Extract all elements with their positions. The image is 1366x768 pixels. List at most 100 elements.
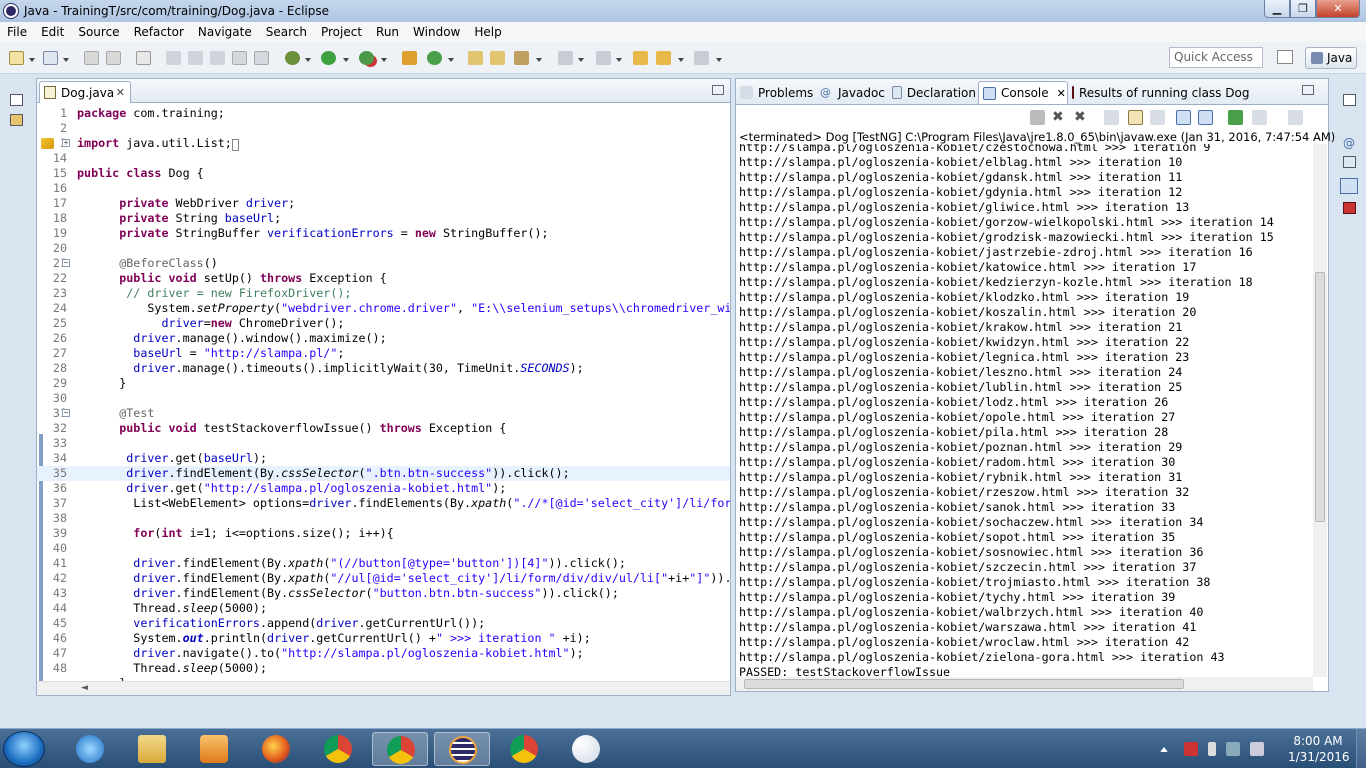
taskbar-chrome-1[interactable] bbox=[310, 732, 366, 766]
code-line[interactable]: 40 bbox=[37, 541, 730, 556]
code-line[interactable]: 37 List<WebElement> options=driver.findE… bbox=[37, 496, 730, 511]
code-area[interactable]: 1 package com.training; 23import java.util… bbox=[37, 104, 730, 681]
console-vertical-scrollbar[interactable] bbox=[1313, 144, 1327, 677]
minimize-button[interactable]: ▁ bbox=[1264, 0, 1290, 18]
taskbar-eclipse[interactable] bbox=[434, 732, 490, 766]
search-tool-icon[interactable] bbox=[514, 51, 529, 65]
mark-tool-icon[interactable] bbox=[210, 51, 225, 65]
pin-console-icon[interactable] bbox=[1228, 110, 1243, 125]
tab-console[interactable]: Console ✕ bbox=[978, 81, 1068, 104]
remove-launch-icon[interactable]: ✖ bbox=[1052, 110, 1067, 125]
quick-access-input[interactable]: Quick Access bbox=[1169, 47, 1263, 68]
tab-javadoc[interactable]: @ Javadoc bbox=[820, 81, 890, 104]
word-wrap-icon[interactable] bbox=[1150, 110, 1165, 125]
show-on-error-icon[interactable] bbox=[1198, 110, 1213, 125]
open-console-icon[interactable] bbox=[1288, 110, 1303, 125]
console-trim-icon[interactable] bbox=[1340, 178, 1358, 194]
display-console-icon[interactable] bbox=[1252, 110, 1267, 125]
debug-icon[interactable] bbox=[285, 51, 300, 65]
menu-window[interactable]: Window bbox=[406, 25, 467, 39]
code-line[interactable]: 42 driver.findElement(By.xpath("//ul[@id… bbox=[37, 571, 730, 586]
code-line[interactable]: 36 driver.get("http://slampa.pl/ogloszen… bbox=[37, 481, 730, 496]
taskbar-chrome-2[interactable] bbox=[372, 732, 428, 766]
editor-horizontal-scrollbar[interactable]: ◄ bbox=[37, 681, 730, 695]
taskbar-paint[interactable] bbox=[558, 732, 614, 766]
remove-all-icon[interactable]: ✖ bbox=[1074, 110, 1089, 125]
volume-icon[interactable] bbox=[1250, 742, 1264, 756]
menu-project[interactable]: Project bbox=[314, 25, 369, 39]
tab-dog-java[interactable]: Dog.java ✕ bbox=[39, 81, 131, 103]
tab-problems[interactable]: Problems bbox=[740, 81, 816, 104]
open-perspective-icon[interactable] bbox=[1277, 50, 1293, 64]
action-center-icon[interactable] bbox=[1184, 742, 1198, 756]
network-icon[interactable] bbox=[1226, 742, 1240, 756]
block-tool-icon[interactable] bbox=[232, 51, 247, 65]
forward-icon[interactable] bbox=[694, 51, 709, 65]
code-line[interactable]: 43 driver.findElement(By.cssSelector("bu… bbox=[37, 586, 730, 601]
run-external-icon[interactable] bbox=[359, 51, 374, 65]
menu-file[interactable]: File bbox=[0, 25, 34, 39]
back-icon[interactable] bbox=[656, 51, 671, 65]
new-wizard-icon[interactable] bbox=[43, 51, 58, 65]
fold-toggle-icon[interactable]: + bbox=[62, 139, 70, 147]
taskbar-clock[interactable]: 8:00 AM 1/31/2016 bbox=[1288, 733, 1350, 765]
maximize-button[interactable]: ❐ bbox=[1290, 0, 1316, 18]
package-explorer-icon[interactable] bbox=[10, 114, 23, 126]
taskbar-chrome-3[interactable] bbox=[496, 732, 552, 766]
code-line[interactable]: 18 private String baseUrl; bbox=[37, 211, 730, 226]
code-line[interactable]: 1 package com.training; bbox=[37, 106, 730, 121]
code-line[interactable]: 44 Thread.sleep(5000); bbox=[37, 601, 730, 616]
code-line[interactable]: 34 driver.get(baseUrl); bbox=[37, 451, 730, 466]
menu-source[interactable]: Source bbox=[71, 25, 126, 39]
console-horizontal-scrollbar[interactable] bbox=[736, 677, 1313, 691]
testng-trim-icon[interactable] bbox=[1343, 202, 1356, 214]
close-tab-icon[interactable]: ✕ bbox=[116, 86, 125, 99]
code-line[interactable]: 20 bbox=[37, 241, 730, 256]
taskbar-media[interactable] bbox=[186, 732, 242, 766]
code-line[interactable]: 14 bbox=[37, 151, 730, 166]
close-button[interactable]: ✕ bbox=[1316, 0, 1360, 18]
console-output[interactable]: http://slampa.pl/ogloszenia-kobiet/czest… bbox=[736, 144, 1312, 677]
save-icon[interactable] bbox=[84, 51, 99, 65]
new-icon[interactable] bbox=[9, 51, 24, 65]
scroll-thumb-horizontal[interactable] bbox=[744, 679, 1184, 689]
java-perspective-button[interactable]: Java bbox=[1305, 47, 1357, 69]
run-icon[interactable] bbox=[321, 51, 336, 65]
code-line[interactable]: 2 bbox=[37, 121, 730, 136]
declaration-trim-icon[interactable] bbox=[1343, 156, 1356, 168]
code-line[interactable]: 38 bbox=[37, 511, 730, 526]
clear-console-icon[interactable] bbox=[1104, 110, 1119, 125]
annotation-prev-icon[interactable] bbox=[596, 51, 611, 65]
code-line[interactable]: 39 for(int i=1; i<=options.size(); i++){ bbox=[37, 526, 730, 541]
debug-tool-icon[interactable] bbox=[166, 51, 181, 65]
code-line[interactable]: 26 driver.manage().window().maximize(); bbox=[37, 331, 730, 346]
warning-icon[interactable] bbox=[41, 138, 54, 149]
tab-testng-results[interactable]: Results of running class Dog bbox=[1072, 81, 1249, 104]
code-line[interactable]: 33 bbox=[37, 436, 730, 451]
show-desktop-button[interactable] bbox=[1356, 729, 1366, 768]
menu-edit[interactable]: Edit bbox=[34, 25, 71, 39]
code-line[interactable]: 25 driver=new ChromeDriver(); bbox=[37, 316, 730, 331]
last-edit-icon[interactable] bbox=[633, 51, 648, 65]
open-resource-icon[interactable] bbox=[490, 51, 505, 65]
code-line[interactable]: 24 System.setProperty("webdriver.chrome.… bbox=[37, 301, 730, 316]
show-on-output-icon[interactable] bbox=[1176, 110, 1191, 125]
close-console-icon[interactable]: ✕ bbox=[1057, 87, 1066, 100]
restore-icon[interactable] bbox=[10, 94, 23, 106]
taskbar-firefox[interactable] bbox=[248, 732, 304, 766]
menu-run[interactable]: Run bbox=[369, 25, 406, 39]
skip-breakpoints-icon[interactable] bbox=[136, 51, 151, 65]
show-hidden-icons-icon[interactable] bbox=[1160, 746, 1168, 752]
code-line[interactable]: 41 driver.findElement(By.xpath("(//butto… bbox=[37, 556, 730, 571]
code-line[interactable]: 21 @BeforeClass() − bbox=[37, 256, 730, 271]
start-button[interactable] bbox=[3, 731, 45, 767]
taskbar-ie[interactable] bbox=[62, 732, 118, 766]
code-line[interactable]: 19 private StringBuffer verificationErro… bbox=[37, 226, 730, 241]
code-line[interactable]: 22 public void setUp() throws Exception … bbox=[37, 271, 730, 286]
save-all-icon[interactable] bbox=[106, 51, 121, 65]
open-type-icon[interactable] bbox=[468, 51, 483, 65]
scroll-thumb[interactable] bbox=[1315, 272, 1325, 522]
menu-refactor[interactable]: Refactor bbox=[127, 25, 191, 39]
code-line[interactable]: 16 bbox=[37, 181, 730, 196]
code-line[interactable]: 3import java.util.List; + bbox=[37, 136, 730, 151]
